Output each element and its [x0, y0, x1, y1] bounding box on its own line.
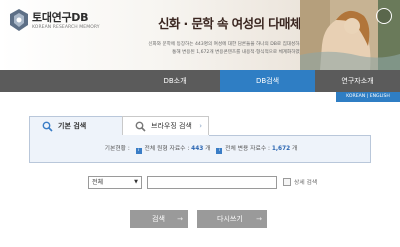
stats-line: 기본현황 : i 전체 원형 자료수 : 443 개 i 전체 변용 자료수 :… [30, 135, 372, 163]
search-field-value: 전체 [92, 179, 104, 186]
tab-browse-search[interactable]: 브라우징 검색 › [122, 116, 209, 136]
lang-english-link[interactable]: ENGLISH [370, 94, 390, 99]
nav-item-db-intro[interactable]: DB소개 [130, 70, 220, 92]
search-input[interactable] [147, 176, 277, 189]
info-icon: i [135, 148, 142, 154]
arrow-right-icon: → [177, 215, 183, 223]
tab-basic-search-label: 기본 검색 [58, 122, 87, 130]
detail-search-label: 상세 검색 [294, 180, 318, 186]
women-count-unit: 개 [205, 146, 211, 152]
arrow-right-icon: → [256, 215, 262, 223]
nav-item-researchers[interactable]: 연구자소개 [315, 70, 400, 92]
search-icon [42, 121, 53, 132]
main-nav: DB소개 DB검색 연구자소개 [0, 70, 400, 92]
reset-button-label: 다시쓰기 [217, 215, 243, 223]
search-button[interactable]: 검색 → [130, 210, 188, 228]
women-count[interactable]: 443 [191, 146, 203, 152]
variant-count-label: 전체 변용 자료수 : [225, 146, 270, 152]
lang-korean-link[interactable]: KOREAN [346, 94, 365, 99]
logo-title: 토대연구DB [32, 11, 89, 24]
stats-label: 기본현황 : [104, 146, 130, 152]
banner-toggle-button[interactable] [376, 8, 392, 24]
header-banner: 토대연구DB KOREAN RESEARCH MEMORY 신화 · 문학 속 … [0, 0, 400, 70]
logo-subtitle: KOREAN RESEARCH MEMORY [32, 25, 100, 30]
language-switcher: KOREAN | ENGLISH [336, 92, 400, 102]
nav-item-db-search[interactable]: DB검색 [220, 70, 315, 92]
tab-basic-search[interactable]: 기본 검색 [29, 116, 123, 136]
chevron-right-icon: › [199, 122, 202, 130]
site-logo[interactable]: 토대연구DB KOREAN RESEARCH MEMORY [8, 8, 100, 36]
info-icon: i [216, 148, 223, 154]
search-field-select[interactable]: 전체 ▼ [88, 176, 142, 189]
search-button-label: 검색 [152, 215, 165, 223]
tab-browse-search-label: 브라우징 검색 [151, 122, 192, 130]
search-icon [135, 121, 146, 132]
logo-emblem-icon [10, 9, 28, 31]
women-count-label: 전체 원형 자료수 : [144, 146, 190, 152]
reset-button[interactable]: 다시쓰기 → [197, 210, 267, 228]
stats-panel: 기본현황 : i 전체 원형 자료수 : 443 개 i 전체 변용 자료수 :… [29, 135, 371, 163]
lang-separator: | [366, 94, 369, 99]
caret-down-icon: ▼ [134, 179, 138, 185]
variant-count-unit: 개 [292, 146, 298, 152]
panel-top-border [209, 135, 371, 136]
variant-count[interactable]: 1,672 [272, 146, 290, 152]
detail-search-checkbox[interactable] [283, 178, 291, 186]
